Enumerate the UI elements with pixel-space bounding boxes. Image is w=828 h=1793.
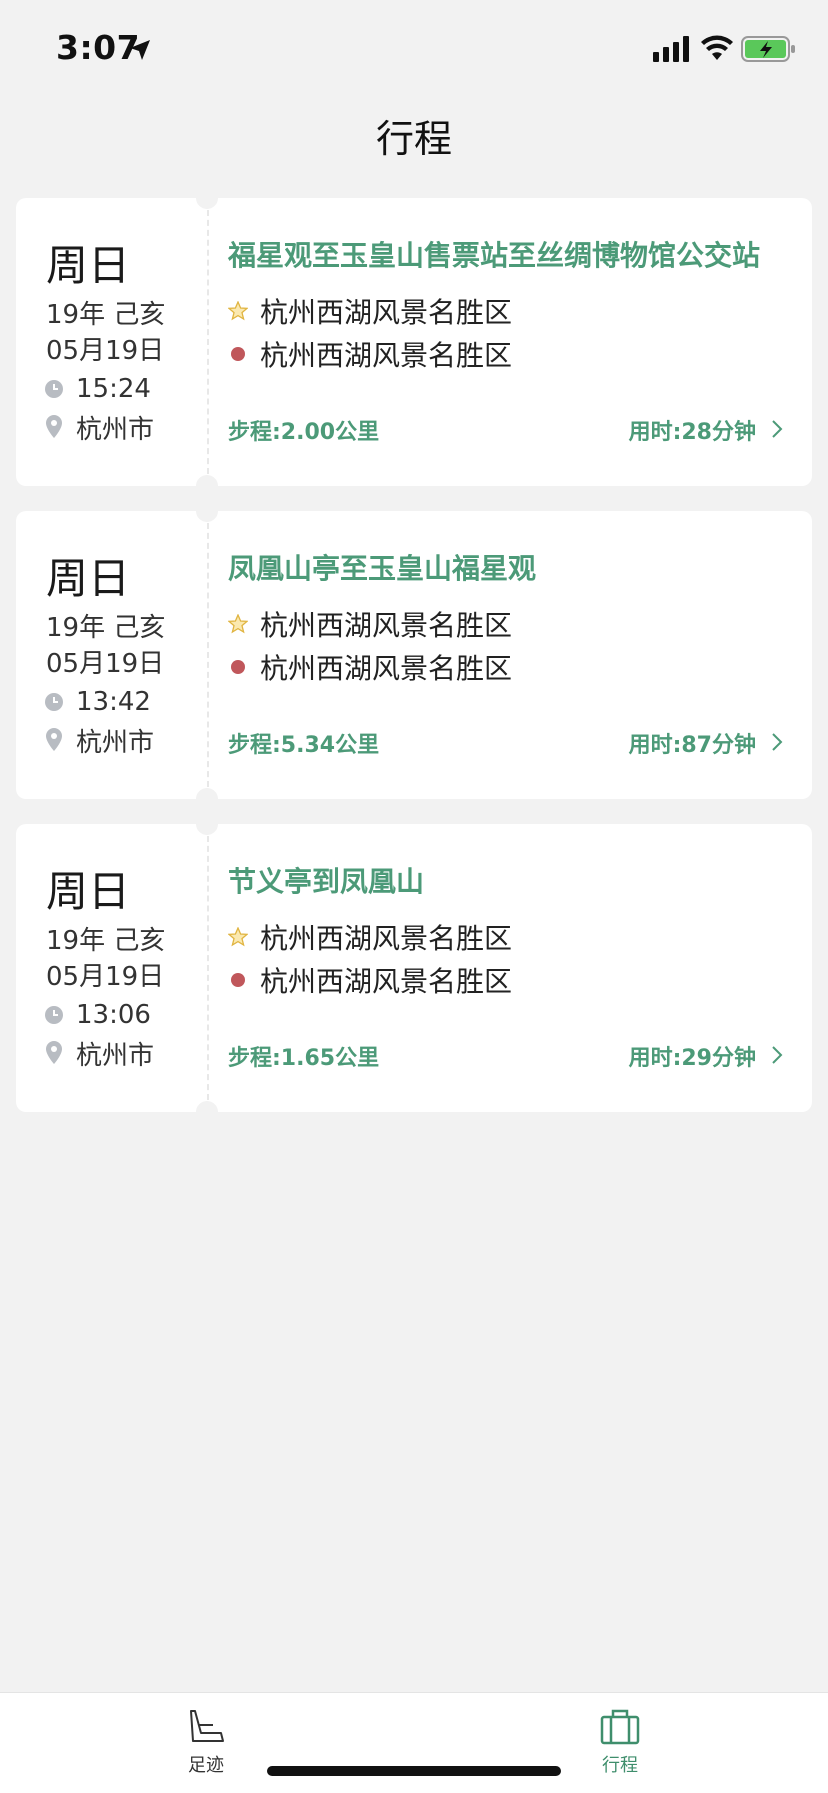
clock-icon: [45, 1006, 63, 1024]
trip-city: 杭州市: [76, 1040, 155, 1071]
trip-time-row: 13:06: [44, 1000, 151, 1030]
trip-card[interactable]: 周日 19年 己亥 05月19日 13:42 杭州市 凤凰山亭至玉皇山福星观 杭…: [16, 500, 812, 810]
trip-year: 19年 己亥: [46, 300, 166, 330]
trip-time: 15:24: [76, 374, 151, 404]
tab-itinerary[interactable]: 行程: [580, 1707, 660, 1787]
tab-label: 足迹: [188, 1755, 224, 1776]
end-stop-row: 杭州西湖风景名胜区: [228, 962, 512, 998]
clock-icon: [45, 380, 63, 398]
card-notch: [196, 475, 218, 497]
footprint-seat-icon: [190, 1710, 224, 1742]
card-notch: [196, 1101, 218, 1123]
card-divider: [207, 836, 209, 1100]
trip-duration: 用时:29分钟: [628, 1046, 756, 1071]
home-indicator[interactable]: [267, 1766, 561, 1776]
end-stop-row: 杭州西湖风景名胜区: [228, 649, 512, 685]
end-dot-icon: [231, 973, 245, 987]
trip-time: 13:06: [76, 1000, 151, 1030]
star-icon: [228, 927, 248, 947]
itinerary-suitcase-icon: [600, 1709, 640, 1745]
card-divider: [207, 210, 209, 474]
page-title: 行程: [375, 117, 452, 161]
start-stop-row: 杭州西湖风景名胜区: [228, 293, 512, 329]
chevron-right-icon[interactable]: [770, 1044, 784, 1066]
trip-date: 05月19日: [46, 962, 165, 992]
trip-distance: 步程:1.65公里: [228, 1046, 380, 1071]
end-dot-icon: [231, 660, 245, 674]
trip-duration: 用时:87分钟: [628, 733, 756, 758]
start-stop-row: 杭州西湖风景名胜区: [228, 606, 512, 642]
tab-bar: 足迹 行程: [0, 1692, 828, 1793]
trip-city-row: 杭州市: [44, 723, 155, 758]
trip-weekday: 周日: [46, 554, 131, 603]
trip-city-row: 杭州市: [44, 410, 155, 445]
trip-year: 19年 己亥: [46, 926, 166, 956]
location-pin-icon: [46, 728, 62, 751]
cellular-signal-icon: [653, 36, 689, 62]
trip-time-row: 13:42: [44, 687, 151, 717]
location-pin-icon: [46, 415, 62, 438]
route-title: 福星观至玉皇山售票站至丝绸博物馆公交站: [228, 239, 761, 272]
start-stop-row: 杭州西湖风景名胜区: [228, 919, 512, 955]
star-icon: [228, 614, 248, 634]
trip-distance: 步程:5.34公里: [228, 733, 380, 758]
trip-card[interactable]: 周日 19年 己亥 05月19日 15:24 杭州市 福星观至玉皇山售票站至丝绸…: [16, 187, 812, 497]
end-dot-icon: [231, 347, 245, 361]
star-icon: [228, 301, 248, 321]
start-location: 杭州西湖风景名胜区: [260, 296, 513, 329]
trip-city: 杭州市: [76, 727, 155, 758]
chevron-right-icon[interactable]: [770, 731, 784, 753]
trip-weekday: 周日: [46, 867, 131, 916]
trip-distance: 步程:2.00公里: [228, 420, 380, 445]
start-location: 杭州西湖风景名胜区: [260, 922, 513, 955]
battery-charging-icon: [741, 36, 795, 62]
trip-year: 19年 己亥: [46, 613, 166, 643]
end-location: 杭州西湖风景名胜区: [260, 965, 513, 998]
end-location: 杭州西湖风景名胜区: [260, 652, 513, 685]
trip-time: 13:42: [76, 687, 151, 717]
trip-date: 05月19日: [46, 649, 165, 679]
chevron-right-icon[interactable]: [770, 418, 784, 440]
card-notch: [196, 500, 218, 522]
card-divider: [207, 523, 209, 787]
route-title: 凤凰山亭至玉皇山福星观: [228, 552, 537, 585]
card-notch: [196, 187, 218, 209]
card-notch: [196, 813, 218, 835]
trip-city-row: 杭州市: [44, 1036, 155, 1071]
end-stop-row: 杭州西湖风景名胜区: [228, 336, 512, 372]
tab-label: 行程: [602, 1755, 638, 1776]
tab-footprint[interactable]: 足迹: [166, 1707, 246, 1787]
card-notch: [196, 788, 218, 810]
trip-time-row: 15:24: [44, 374, 151, 404]
trip-weekday: 周日: [46, 241, 131, 290]
trip-date: 05月19日: [46, 336, 165, 366]
clock-icon: [45, 693, 63, 711]
trip-duration: 用时:28分钟: [628, 420, 756, 445]
start-location: 杭州西湖风景名胜区: [260, 609, 513, 642]
trip-city: 杭州市: [76, 414, 155, 445]
location-pin-icon: [46, 1041, 62, 1064]
trip-card[interactable]: 周日 19年 己亥 05月19日 13:06 杭州市 节义亭到凤凰山 杭州西湖风…: [16, 813, 812, 1123]
status-bar: 3:07: [0, 0, 828, 100]
end-location: 杭州西湖风景名胜区: [260, 339, 513, 372]
location-arrow-icon: [130, 40, 150, 60]
wifi-icon: [701, 35, 733, 60]
route-title: 节义亭到凤凰山: [228, 865, 425, 898]
